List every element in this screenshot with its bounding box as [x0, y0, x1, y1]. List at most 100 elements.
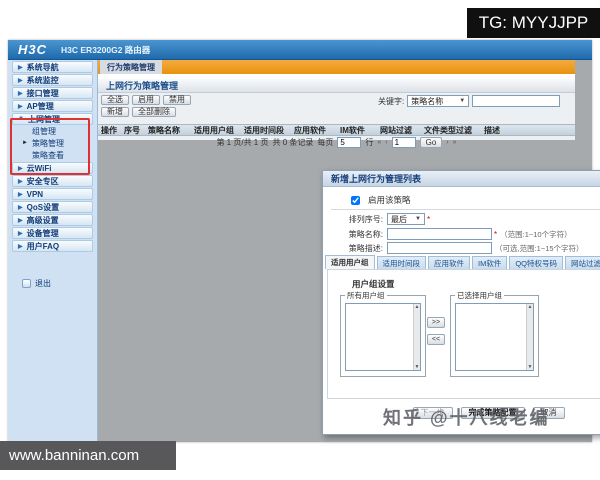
- sidebar-item-ap[interactable]: ▶ AP管理: [12, 100, 93, 112]
- keyword-select-value: 策略名称: [411, 96, 443, 107]
- divider: [331, 209, 600, 210]
- scroll-down-icon[interactable]: ▼: [415, 364, 420, 370]
- enable-policy-checkbox[interactable]: [351, 196, 360, 205]
- next-page-icon[interactable]: ›: [446, 139, 448, 146]
- chevron-right-icon: ▶: [18, 243, 23, 250]
- sidebar-item-label: AP管理: [27, 101, 54, 112]
- tab-im-software[interactable]: IM软件: [472, 256, 507, 269]
- dialog-titlebar[interactable]: 新增上网行为管理列表: [323, 171, 600, 187]
- tab-qq-numbers[interactable]: QQ特权号码: [509, 256, 563, 269]
- policy-name-label: 策略名称:: [323, 229, 383, 240]
- sidebar-subitem-group-mgmt[interactable]: 组管理: [8, 125, 97, 137]
- go-button[interactable]: Go: [420, 137, 443, 148]
- all-user-groups-listbox[interactable]: ▲ ▼: [345, 303, 421, 371]
- content-area: 行为策略管理 上网行为策略管理 全选 启用 禁用 新增 全部删除 关键字: 策略…: [98, 60, 575, 442]
- sidebar-item-security[interactable]: ▶ 安全专区: [12, 175, 93, 187]
- move-right-button[interactable]: >>: [427, 317, 445, 328]
- add-policy-button[interactable]: 新增: [101, 107, 129, 117]
- col-site-filter: 网站过滤: [380, 125, 424, 136]
- tab-user-group[interactable]: 适用用户组: [325, 255, 375, 269]
- sidebar-subitem-policy-view[interactable]: 策略查看: [8, 149, 97, 161]
- order-select-value: 最后: [391, 214, 407, 225]
- sidebar-subitem-policy-mgmt[interactable]: ► 策略管理: [8, 137, 97, 149]
- pagination-bar: 第 1 页/共 1 页 共 0 条记录 每页 行 « ‹ Go › »: [98, 136, 575, 149]
- all-user-groups-fieldset: 所有用户组 ▲ ▼: [340, 290, 426, 377]
- enable-button[interactable]: 启用: [132, 95, 160, 105]
- tab-behavior-policy[interactable]: 行为策略管理: [100, 60, 162, 74]
- chevron-down-icon: ▼: [415, 216, 421, 222]
- move-left-button[interactable]: <<: [427, 334, 445, 345]
- first-page-icon[interactable]: «: [377, 139, 381, 146]
- policy-table-header: 操作 序号 策略名称 适用用户组 适用时间段 应用软件 IM软件 网站过滤 文件…: [98, 124, 575, 136]
- sidebar-item-label: QoS设置: [27, 202, 59, 213]
- tab-app-software[interactable]: 应用软件: [428, 256, 470, 269]
- chevron-right-icon: ▶: [18, 230, 23, 237]
- chosen-user-groups-fieldset: 已选择用户组 ▲ ▼: [450, 290, 539, 377]
- chevron-right-icon: ▶: [18, 64, 23, 71]
- listbox-scrollbar[interactable]: ▲ ▼: [526, 304, 533, 370]
- group-settings-title: 用户组设置: [352, 278, 395, 290]
- keyword-input[interactable]: [472, 95, 560, 107]
- col-description: 描述: [484, 125, 514, 136]
- sidebar: ▶ 系统导航 ▶ 系统监控 ▶ 接口管理 ▶ AP管理 ▼ 上网管理 组管理 ►…: [8, 60, 98, 442]
- policy-name-input[interactable]: [387, 228, 492, 240]
- disable-button[interactable]: 禁用: [163, 95, 191, 105]
- router-admin-window: H3C H3C ER3200G2 路由器 ▶ 系统导航 ▶ 系统监控 ▶ 接口管…: [8, 40, 592, 442]
- keyword-label: 关键字:: [378, 96, 404, 107]
- policy-desc-label: 策略描述:: [323, 243, 383, 254]
- tab-site-filter[interactable]: 网站过滤: [565, 256, 600, 269]
- chevron-right-icon: ▶: [18, 191, 23, 198]
- scroll-down-icon[interactable]: ▼: [528, 364, 533, 370]
- policy-desc-input[interactable]: [387, 242, 492, 254]
- page-number-input[interactable]: [392, 137, 416, 148]
- order-label: 排列序号:: [323, 214, 383, 225]
- prev-page-icon[interactable]: ‹: [385, 139, 387, 146]
- scroll-up-icon[interactable]: ▲: [415, 304, 420, 310]
- policy-name-hint: （范围:1~10个字符）: [500, 229, 571, 240]
- tab-time-range[interactable]: 适用时间段: [377, 256, 427, 269]
- delete-all-button[interactable]: 全部删除: [132, 107, 176, 117]
- col-im-software: IM软件: [340, 125, 380, 136]
- required-mark: *: [427, 215, 430, 224]
- chevron-right-icon: ▶: [18, 178, 23, 185]
- order-select[interactable]: 最后 ▼: [387, 213, 425, 225]
- policy-desc-hint: （可选,范围:1~15个字符）: [495, 243, 584, 254]
- select-all-button[interactable]: 全选: [101, 95, 129, 105]
- per-page-input[interactable]: [337, 137, 361, 148]
- chevron-right-icon: ▶: [18, 90, 23, 97]
- sidebar-item-label: 云WiFi: [27, 163, 52, 174]
- scroll-up-icon[interactable]: ▲: [528, 304, 533, 310]
- listbox-scrollbar[interactable]: ▲ ▼: [413, 304, 420, 370]
- chosen-user-groups-listbox[interactable]: ▲ ▼: [455, 303, 534, 371]
- last-page-icon[interactable]: »: [453, 139, 457, 146]
- sidebar-item-internet-mgmt[interactable]: ▼ 上网管理: [12, 113, 93, 125]
- sidebar-item-system-monitor[interactable]: ▶ 系统监控: [12, 74, 93, 86]
- sidebar-item-user-faq[interactable]: ▶ 用户FAQ: [12, 240, 93, 252]
- sidebar-item-qos[interactable]: ▶ QoS设置: [12, 201, 93, 213]
- keyword-field-select[interactable]: 策略名称 ▼: [407, 95, 469, 107]
- sidebar-item-label: 接口管理: [27, 88, 59, 99]
- sidebar-item-label: 高级设置: [27, 215, 59, 226]
- tg-watermark: TG: MYYJJPP: [467, 8, 600, 38]
- sidebar-subitem-label: 策略查看: [32, 150, 64, 161]
- h3c-logo: H3C: [18, 42, 47, 57]
- sidebar-item-system-nav[interactable]: ▶ 系统导航: [12, 61, 93, 73]
- chevron-right-icon: ▶: [18, 204, 23, 211]
- chevron-right-icon: ▶: [18, 165, 23, 172]
- sidebar-item-cloud-wifi[interactable]: ▶ 云WiFi: [12, 162, 93, 174]
- page-title: 上网行为策略管理: [98, 79, 575, 93]
- keyword-search: 关键字: 策略名称 ▼: [378, 95, 560, 107]
- logout-label: 退出: [35, 278, 51, 289]
- sidebar-item-advanced[interactable]: ▶ 高级设置: [12, 214, 93, 226]
- rows-label: 行: [365, 137, 373, 148]
- chevron-right-icon: ▶: [18, 103, 23, 110]
- per-page-label: 每页: [317, 137, 333, 148]
- app-header: H3C H3C ER3200G2 路由器: [8, 40, 592, 60]
- chevron-right-icon: ▶: [18, 217, 23, 224]
- logout-button[interactable]: 退出: [22, 278, 51, 289]
- sidebar-item-vpn[interactable]: ▶ VPN: [12, 188, 93, 200]
- sidebar-item-device-mgmt[interactable]: ▶ 设备管理: [12, 227, 93, 239]
- col-user-group: 适用用户组: [194, 125, 244, 136]
- sidebar-item-interface[interactable]: ▶ 接口管理: [12, 87, 93, 99]
- sidebar-item-label: 设备管理: [27, 228, 59, 239]
